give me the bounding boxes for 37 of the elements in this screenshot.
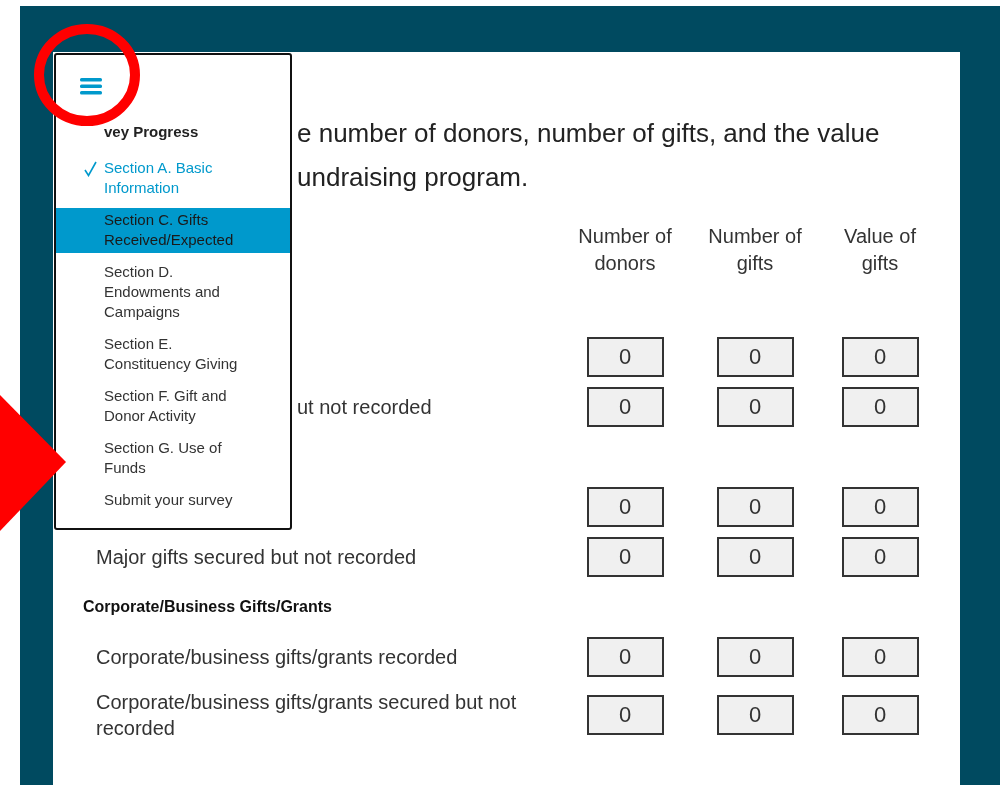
group-heading: Corporate/Business Gifts/Grants	[83, 597, 332, 617]
menu-item[interactable]: Section F. Gift and Donor Activity	[56, 383, 290, 429]
row-label: Corporate/business gifts/grants secured but not recorded	[95, 690, 518, 741]
number-input[interactable]: 0	[841, 695, 919, 735]
menu-item[interactable]: Section G. Use of Funds	[56, 435, 290, 481]
number-input[interactable]: 0	[586, 537, 664, 577]
number-input[interactable]: 0	[716, 337, 794, 377]
number-input[interactable]: 0	[586, 337, 664, 377]
number-input[interactable]: 0	[586, 637, 664, 677]
check-icon	[84, 160, 97, 177]
menu-item[interactable]: Section D. Endowments and Campaigns	[56, 259, 290, 325]
menu-title: vey Progress	[103, 122, 200, 142]
number-input[interactable]: 0	[586, 695, 664, 735]
number-input[interactable]: 0	[586, 487, 664, 527]
number-input[interactable]: 0	[716, 387, 794, 427]
number-input[interactable]: 0	[586, 387, 664, 427]
menu-item[interactable]: Section E. Constituency Giving	[56, 331, 290, 377]
question-text: undraising program.	[297, 161, 530, 194]
column-header: Number of donors	[577, 224, 673, 276]
number-input[interactable]: 0	[841, 637, 919, 677]
number-input[interactable]: 0	[716, 637, 794, 677]
menu-icon[interactable]	[80, 76, 102, 95]
number-input[interactable]: 0	[716, 487, 794, 527]
number-input[interactable]: 0	[841, 337, 919, 377]
column-header: Value of gifts	[843, 224, 917, 276]
row-label: Major gifts secured but not recorded	[95, 545, 418, 570]
row-label: ut not recorded	[297, 394, 432, 420]
row-label: Corporate/business gifts/grants recorded	[95, 645, 459, 670]
number-input[interactable]: 0	[841, 387, 919, 427]
question-text: e number of donors, number of gifts, and the value	[297, 117, 881, 150]
column-header: Number of gifts	[707, 224, 803, 276]
menu-item[interactable]: Submit your survey	[56, 487, 290, 513]
menu-item[interactable]: Section C. Gifts Received/Expected	[56, 207, 290, 253]
number-input[interactable]: 0	[716, 695, 794, 735]
number-input[interactable]: 0	[841, 537, 919, 577]
number-input[interactable]: 0	[716, 537, 794, 577]
number-input[interactable]: 0	[841, 487, 919, 527]
